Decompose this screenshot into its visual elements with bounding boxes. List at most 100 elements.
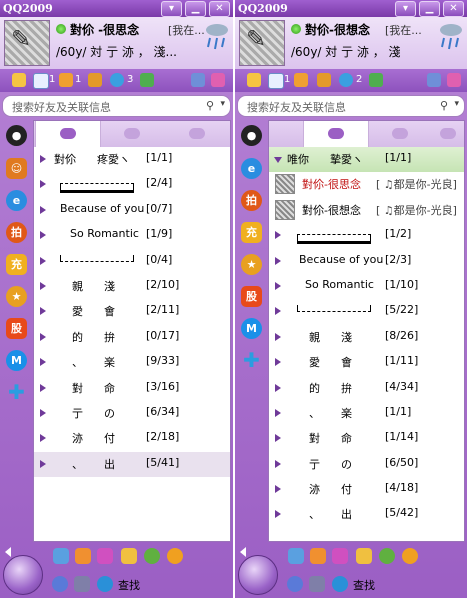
gear-icon[interactable] [287, 576, 303, 592]
app-box-icon[interactable] [447, 73, 461, 87]
chevron-right-icon[interactable] [40, 459, 46, 468]
star-badge-icon[interactable]: ★ [241, 254, 262, 275]
skin-button[interactable]: ▾ [395, 1, 416, 17]
add-app-icon[interactable]: ✚ [241, 350, 262, 371]
chevron-right-icon[interactable] [275, 358, 281, 367]
chevron-right-icon[interactable] [275, 332, 281, 341]
gear-icon[interactable] [52, 576, 68, 592]
chevron-right-icon[interactable] [40, 358, 46, 367]
wallet-icon[interactable] [317, 73, 331, 87]
chevron-right-icon[interactable] [275, 510, 281, 519]
avatar[interactable]: ✎ [239, 20, 285, 66]
search-input[interactable]: 搜索好友及关联信息 [12, 99, 111, 115]
group-row[interactable]: [2/4] [34, 172, 230, 197]
search-icon[interactable]: ⚲ [206, 99, 214, 112]
chevron-right-icon[interactable] [40, 383, 46, 392]
wallet-icon[interactable] [88, 73, 102, 87]
chevron-right-icon[interactable] [275, 307, 281, 316]
chevron-right-icon[interactable] [40, 180, 46, 189]
pet-icon[interactable] [356, 548, 372, 564]
group-row[interactable]: 愛 會 [1/11] [269, 350, 464, 375]
group-row[interactable]: 親 淺 [2/10] [34, 274, 230, 299]
find-icon[interactable] [332, 576, 348, 592]
chevron-right-icon[interactable] [40, 205, 46, 214]
friends-icon[interactable] [75, 548, 91, 564]
minimize-button[interactable]: ▁ [419, 1, 440, 17]
add-app-icon[interactable]: ✚ [6, 382, 27, 403]
recharge-icon[interactable]: 充 [6, 254, 27, 275]
phone-icon[interactable] [288, 548, 304, 564]
group-row[interactable]: 親 淺 [8/26] [269, 325, 464, 350]
messenger-icon[interactable] [427, 73, 441, 87]
messenger-icon[interactable] [191, 73, 205, 87]
close-button[interactable]: ✕ [209, 1, 230, 17]
news-icon[interactable] [140, 73, 154, 87]
group-row[interactable]: 對伱 疼愛ヽ [1/1] [34, 147, 230, 172]
video-icon[interactable] [402, 548, 418, 564]
chevron-right-icon[interactable] [40, 307, 46, 316]
group-row[interactable]: 愛 會 [2/11] [34, 299, 230, 324]
chevron-right-icon[interactable] [40, 434, 46, 443]
group-row[interactable]: 、 楽 [9/33] [34, 350, 230, 375]
app-box-icon[interactable] [211, 73, 225, 87]
online-status-icon[interactable] [56, 24, 66, 34]
video-icon[interactable] [167, 548, 183, 564]
tab-recent[interactable] [165, 121, 229, 147]
close-button[interactable]: ✕ [443, 1, 464, 17]
tab-recent[interactable] [433, 121, 463, 147]
tab-contacts[interactable] [35, 121, 101, 147]
recharge-icon[interactable]: 充 [241, 222, 262, 243]
chevron-down-icon[interactable]: ▾ [454, 99, 459, 109]
online-status-icon[interactable] [291, 24, 301, 34]
weather-rain-icon[interactable] [204, 21, 230, 51]
chevron-down-icon[interactable]: ▾ [220, 99, 225, 109]
mail-icon[interactable] [268, 73, 284, 89]
search-input[interactable]: 搜索好友及关联信息 [247, 99, 346, 115]
chevron-right-icon[interactable] [275, 281, 281, 290]
qq-coin-icon[interactable] [339, 73, 353, 87]
paipai-icon[interactable]: 拍 [241, 190, 262, 211]
group-row[interactable]: Because of you [0/7] [34, 198, 230, 223]
contact-avatar[interactable] [275, 174, 295, 195]
chevron-right-icon[interactable] [40, 281, 46, 290]
star-icon[interactable] [12, 73, 26, 87]
msn-icon[interactable]: M [6, 350, 27, 371]
pet-icon[interactable] [121, 548, 137, 564]
contact-avatar[interactable] [275, 199, 295, 220]
chevron-right-icon[interactable] [275, 459, 281, 468]
search-box[interactable]: 搜索好友及关联信息 ⚲ ▾ [2, 95, 231, 117]
group-row[interactable]: [5/22] [269, 299, 464, 324]
search-icon[interactable]: ⚲ [440, 99, 448, 112]
chevron-right-icon[interactable] [40, 231, 46, 240]
tab-groups[interactable] [368, 121, 432, 147]
group-row[interactable]: 對 命 [3/16] [34, 376, 230, 401]
status-text[interactable]: [我在... [168, 22, 205, 38]
status-text[interactable]: [我在... [385, 22, 422, 38]
news-icon[interactable] [369, 73, 383, 87]
cart-icon[interactable] [59, 73, 73, 87]
group-row[interactable]: 、 出 [5/41] [34, 451, 230, 478]
group-row[interactable]: 、 楽 [1/1] [269, 401, 464, 426]
chevron-right-icon[interactable] [275, 231, 281, 240]
contact-row[interactable]: 對伱-很思念 [ ♫都是你-光良] [269, 172, 464, 197]
chevron-right-icon[interactable] [275, 256, 281, 265]
ie-browser-icon[interactable]: e [241, 158, 262, 179]
signature[interactable]: /60y/ 対 亍 洂 ， 淺... [56, 43, 177, 60]
ie-browser-icon[interactable]: e [6, 190, 27, 211]
chevron-right-icon[interactable] [40, 256, 46, 265]
speaker-icon[interactable] [74, 576, 90, 592]
cart-icon[interactable] [294, 73, 308, 87]
star-badge-icon[interactable]: ★ [6, 286, 27, 307]
music-icon[interactable] [144, 548, 160, 564]
find-button[interactable]: 查找 [118, 577, 140, 593]
group-row[interactable]: 、 出 [5/42] [269, 502, 464, 527]
titlebar[interactable]: QQ2009 ▾ ▁ ✕ [235, 0, 467, 17]
tab-contacts[interactable] [303, 121, 369, 147]
find-button[interactable]: 查找 [353, 577, 375, 593]
group-row[interactable]: So Romantic [1/9] [34, 223, 230, 248]
msn-icon[interactable]: M [241, 318, 262, 339]
group-row[interactable]: 亍 の [6/34] [34, 401, 230, 426]
qq-penguin-icon[interactable]: ● [6, 125, 27, 146]
phone-icon[interactable] [53, 548, 69, 564]
group-row[interactable]: 的 拚 [4/34] [269, 376, 464, 401]
